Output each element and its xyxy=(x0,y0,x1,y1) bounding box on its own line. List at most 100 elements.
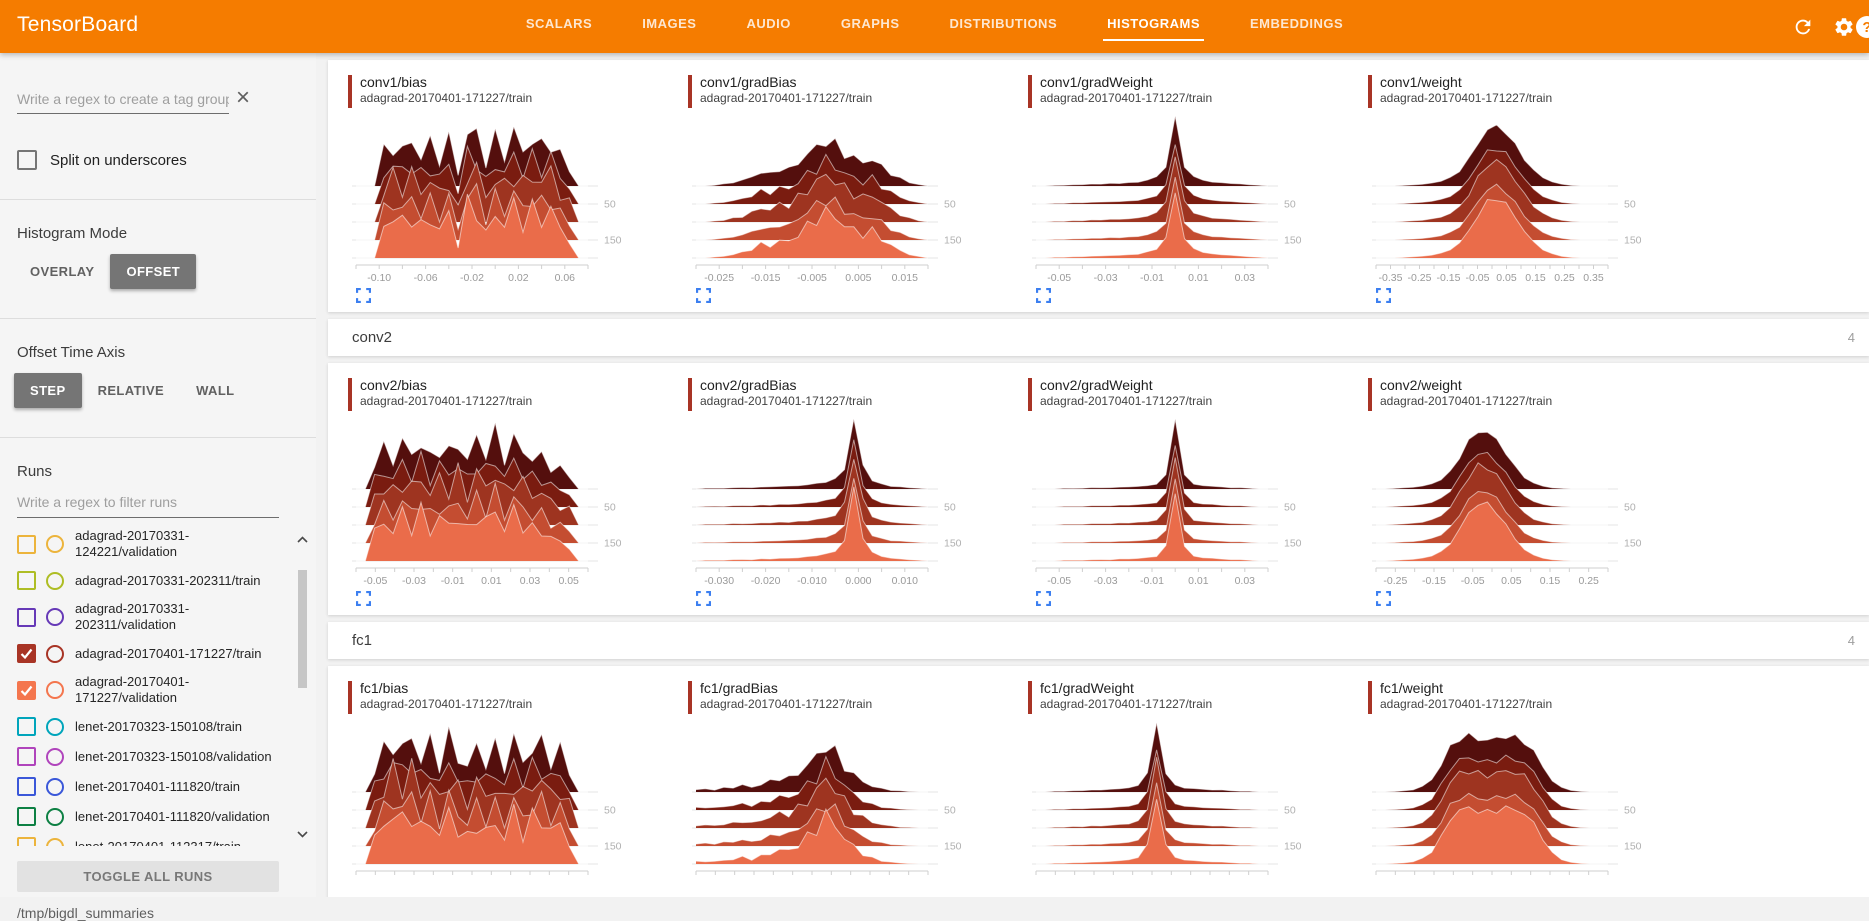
svg-text:0.06: 0.06 xyxy=(555,272,576,284)
tab-graphs[interactable]: GRAPHS xyxy=(839,10,902,43)
run-checkbox[interactable] xyxy=(17,681,36,700)
scroll-down-icon[interactable] xyxy=(297,831,308,838)
expand-icon[interactable] xyxy=(356,591,372,607)
run-checkbox[interactable] xyxy=(17,608,36,627)
expand-icon[interactable] xyxy=(696,591,712,607)
expand-icon[interactable] xyxy=(696,288,712,304)
run-item[interactable]: adagrad-20170331-202311/validation xyxy=(17,601,276,633)
tab-scalars[interactable]: SCALARS xyxy=(524,10,594,43)
chart-run: adagrad-20170401-171227/train xyxy=(1380,394,1552,409)
svg-text:-0.03: -0.03 xyxy=(1094,272,1118,284)
run-radio[interactable] xyxy=(46,778,64,796)
run-item[interactable]: lenet-20170401-111820/train xyxy=(17,777,276,796)
run-item[interactable]: adagrad-20170401-171227/train xyxy=(17,644,276,663)
run-name: adagrad-20170331-202311/validation xyxy=(75,601,276,633)
runs-label: Runs xyxy=(17,463,299,480)
run-item[interactable]: lenet-20170401-111820/validation xyxy=(17,807,276,826)
svg-text:-0.06: -0.06 xyxy=(414,272,438,284)
run-radio[interactable] xyxy=(46,535,64,553)
section-header-conv2[interactable]: conv2 4 xyxy=(328,319,1869,356)
expand-icon[interactable] xyxy=(1376,288,1392,304)
runs-filter-input[interactable] xyxy=(17,490,279,518)
run-checkbox[interactable] xyxy=(17,807,36,826)
offset-time-axis-options: STEP RELATIVE WALL xyxy=(14,373,308,408)
svg-text:50: 50 xyxy=(1624,805,1636,817)
run-checkbox[interactable] xyxy=(17,535,36,554)
run-list: adagrad-20170331-124221/validation adagr… xyxy=(17,528,316,846)
svg-text:50: 50 xyxy=(1284,805,1296,817)
offset-button[interactable]: OFFSET xyxy=(110,254,196,289)
step-button[interactable]: STEP xyxy=(14,373,82,408)
run-checkbox[interactable] xyxy=(17,837,36,846)
wall-button[interactable]: WALL xyxy=(180,373,250,408)
tab-embeddings[interactable]: EMBEDDINGS xyxy=(1248,10,1345,43)
settings-icon[interactable] xyxy=(1833,16,1855,38)
svg-text:0.05: 0.05 xyxy=(558,575,579,587)
run-item[interactable]: lenet-20170401-112317/train xyxy=(17,837,276,846)
expand-icon[interactable] xyxy=(1376,591,1392,607)
relative-button[interactable]: RELATIVE xyxy=(82,373,181,408)
histogram-mode-label: Histogram Mode xyxy=(17,225,299,242)
run-color-bar xyxy=(1368,681,1372,714)
chart-row-fc1: fc1/bias adagrad-20170401-171227/train 5… xyxy=(328,666,1869,897)
run-checkbox[interactable] xyxy=(17,747,36,766)
scroll-up-icon[interactable] xyxy=(297,536,308,543)
svg-text:50: 50 xyxy=(604,805,616,817)
svg-text:-0.010: -0.010 xyxy=(797,575,827,587)
run-list-scrollbar[interactable] xyxy=(296,528,310,846)
split-on-underscores-row[interactable]: Split on underscores xyxy=(17,150,299,170)
chart-header: conv2/bias adagrad-20170401-171227/train xyxy=(348,377,688,411)
run-radio[interactable] xyxy=(46,718,64,736)
refresh-icon[interactable] xyxy=(1792,16,1814,38)
run-checkbox[interactable] xyxy=(17,717,36,736)
histogram-card: conv1/weight adagrad-20170401-171227/tra… xyxy=(1368,74,1708,304)
section-header-fc1[interactable]: fc1 4 xyxy=(328,622,1869,659)
run-radio[interactable] xyxy=(46,838,64,847)
chart-tag: conv1/gradWeight xyxy=(1040,74,1212,91)
tag-filter-input[interactable] xyxy=(17,87,229,114)
chart-tag: conv2/gradWeight xyxy=(1040,377,1212,394)
chart-tag: conv2/weight xyxy=(1380,377,1552,394)
expand-icon[interactable] xyxy=(1036,591,1052,607)
run-item[interactable]: adagrad-20170331-202311/train xyxy=(17,571,276,590)
scrollbar-thumb[interactable] xyxy=(298,570,307,688)
run-radio[interactable] xyxy=(46,608,64,626)
split-checkbox[interactable] xyxy=(17,150,37,170)
tab-histograms[interactable]: HISTOGRAMS xyxy=(1105,10,1202,43)
run-item[interactable]: lenet-20170323-150108/validation xyxy=(17,747,276,766)
help-icon[interactable]: ? xyxy=(1856,16,1869,38)
chart-run: adagrad-20170401-171227/train xyxy=(700,91,872,106)
chart-header: conv2/gradBias adagrad-20170401-171227/t… xyxy=(688,377,1028,411)
svg-text:-0.05: -0.05 xyxy=(1466,272,1490,284)
toggle-all-runs-button[interactable]: TOGGLE ALL RUNS xyxy=(17,861,279,892)
svg-text:-0.03: -0.03 xyxy=(1094,575,1118,587)
tab-images[interactable]: IMAGES xyxy=(640,10,698,43)
tab-audio[interactable]: AUDIO xyxy=(744,10,792,43)
run-radio[interactable] xyxy=(46,572,64,590)
histogram-card: fc1/weight adagrad-20170401-171227/train… xyxy=(1368,680,1708,892)
run-checkbox[interactable] xyxy=(17,777,36,796)
run-radio[interactable] xyxy=(46,808,64,826)
run-checkbox[interactable] xyxy=(17,644,36,663)
overlay-button[interactable]: OVERLAY xyxy=(14,254,110,289)
run-color-bar xyxy=(688,75,692,108)
run-name: lenet-20170323-150108/validation xyxy=(75,749,276,765)
run-item[interactable]: lenet-20170323-150108/train xyxy=(17,717,276,736)
close-icon[interactable]: × xyxy=(236,85,250,111)
svg-text:0.25: 0.25 xyxy=(1554,272,1575,284)
svg-text:0.15: 0.15 xyxy=(1540,575,1561,587)
expand-icon[interactable] xyxy=(356,288,372,304)
svg-text:0.03: 0.03 xyxy=(1235,272,1256,284)
histogram-card: conv2/gradBias adagrad-20170401-171227/t… xyxy=(688,377,1028,607)
section-name: fc1 xyxy=(352,632,372,649)
run-radio[interactable] xyxy=(46,645,64,663)
expand-icon[interactable] xyxy=(1036,288,1052,304)
run-radio[interactable] xyxy=(46,748,64,766)
tab-distributions[interactable]: DISTRIBUTIONS xyxy=(948,10,1060,43)
run-item[interactable]: adagrad-20170401-171227/validation xyxy=(17,674,276,706)
run-item[interactable]: adagrad-20170331-124221/validation xyxy=(17,528,276,560)
run-radio[interactable] xyxy=(46,681,64,699)
histogram-chart: -0.030-0.020-0.0100.0000.01050150 xyxy=(688,417,988,589)
svg-text:-0.015: -0.015 xyxy=(751,272,781,284)
run-checkbox[interactable] xyxy=(17,571,36,590)
